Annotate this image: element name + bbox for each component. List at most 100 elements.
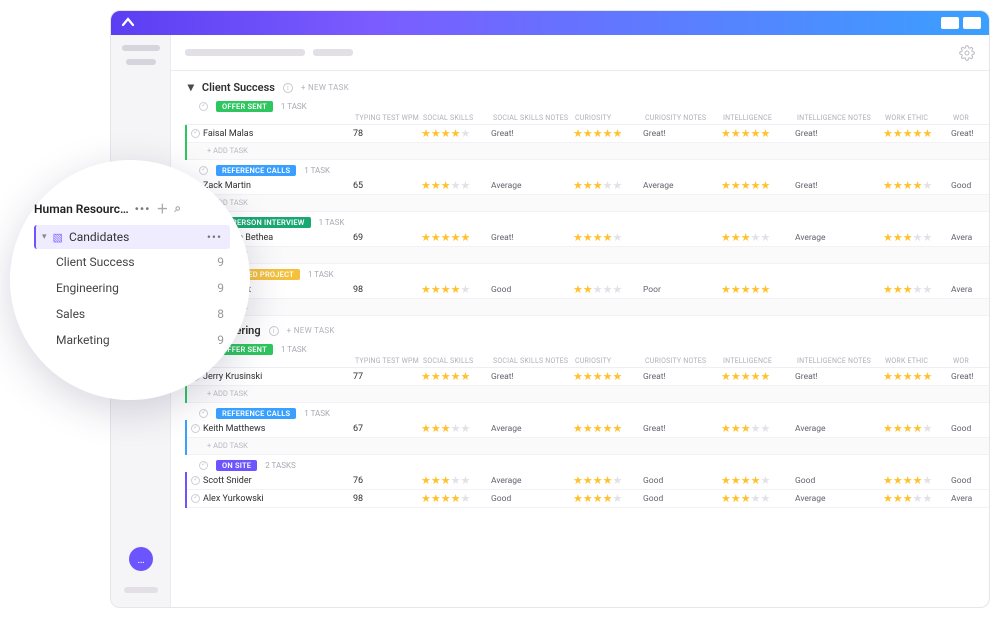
- star-rating[interactable]: ★★★★★: [883, 284, 951, 295]
- add-task-button[interactable]: + ADD TASK: [187, 386, 989, 403]
- star-rating[interactable]: ★★★★★: [573, 180, 643, 191]
- task-row[interactable]: Alexandra Bethea69★★★★★Great!★★★★★★★★★★A…: [187, 229, 989, 247]
- star-icon: ★: [431, 475, 441, 486]
- task-row[interactable]: Faisal Malas78★★★★★Great!★★★★★Great!★★★★…: [187, 125, 989, 143]
- star-icon: ★: [731, 475, 741, 486]
- sidebar-item-marketing[interactable]: Marketing 9: [34, 327, 230, 353]
- circle-check-icon[interactable]: [199, 461, 208, 470]
- plus-icon[interactable]: ＋: [156, 200, 168, 217]
- star-icon: ★: [613, 128, 623, 139]
- social-notes: Average: [491, 476, 573, 486]
- star-rating[interactable]: ★★★★★: [421, 371, 491, 382]
- star-rating[interactable]: ★★★★★: [883, 371, 951, 382]
- sidebar-space-header[interactable]: Human Resourc… ••• ＋ ⌕: [34, 200, 230, 217]
- star-icon: ★: [583, 423, 593, 434]
- more-icon[interactable]: •••: [207, 230, 222, 244]
- circle-check-icon[interactable]: [199, 166, 208, 175]
- new-task-button[interactable]: + NEW TASK: [287, 326, 335, 335]
- task-row[interactable]: Brandi West98★★★★★Good★★★★★Poor★★★★★★★★★…: [187, 281, 989, 299]
- task-row[interactable]: Scott Snider76★★★★★Average★★★★★Good★★★★★…: [187, 472, 989, 490]
- status-chip[interactable]: REFERENCE CALLS: [216, 408, 296, 419]
- window-control-max[interactable]: [963, 17, 981, 29]
- star-rating[interactable]: ★★★★★: [573, 493, 643, 504]
- gear-icon[interactable]: [959, 45, 975, 61]
- star-rating[interactable]: ★★★★★: [883, 493, 951, 504]
- star-icon: ★: [451, 128, 461, 139]
- star-icon: ★: [593, 284, 603, 295]
- star-rating[interactable]: ★★★★★: [721, 128, 795, 139]
- task-row[interactable]: Jerry Krusinski77★★★★★Great!★★★★★Great!★…: [187, 368, 989, 386]
- star-rating[interactable]: ★★★★★: [883, 128, 951, 139]
- circle-check-icon[interactable]: [191, 494, 200, 503]
- star-rating[interactable]: ★★★★★: [421, 493, 491, 504]
- more-icon[interactable]: •••: [135, 202, 151, 216]
- star-rating[interactable]: ★★★★★: [421, 232, 491, 243]
- task-row[interactable]: Keith Matthews67★★★★★Average★★★★★Great!★…: [187, 420, 989, 438]
- typing-value: 98: [353, 285, 421, 295]
- add-task-button[interactable]: + ADD TASK: [187, 195, 989, 212]
- star-rating[interactable]: ★★★★★: [573, 128, 643, 139]
- star-rating[interactable]: ★★★★★: [721, 475, 795, 486]
- star-icon: ★: [751, 475, 761, 486]
- star-rating[interactable]: ★★★★★: [573, 284, 643, 295]
- chevron-down-icon: ▶: [185, 84, 195, 91]
- work-notes: Avera: [951, 285, 989, 295]
- circle-check-icon[interactable]: [191, 129, 200, 138]
- star-rating[interactable]: ★★★★★: [573, 371, 643, 382]
- star-icon: ★: [593, 232, 603, 243]
- status-chip[interactable]: ON SITE: [216, 460, 257, 471]
- group-header[interactable]: ▶Engineeringi+ NEW TASK: [185, 318, 989, 341]
- star-icon: ★: [593, 371, 603, 382]
- star-icon: ★: [421, 180, 431, 191]
- sidebar-item-engineering[interactable]: Engineering 9: [34, 275, 230, 301]
- star-rating[interactable]: ★★★★★: [573, 232, 643, 243]
- add-task-button[interactable]: + ADD TASK: [187, 299, 989, 316]
- social-notes: Great!: [491, 129, 573, 139]
- star-icon: ★: [441, 284, 451, 295]
- circle-check-icon[interactable]: [191, 476, 200, 485]
- window-control-min[interactable]: [941, 17, 959, 29]
- star-rating[interactable]: ★★★★★: [883, 423, 951, 434]
- star-rating[interactable]: ★★★★★: [721, 232, 795, 243]
- search-icon[interactable]: ⌕: [174, 201, 181, 216]
- star-rating[interactable]: ★★★★★: [721, 423, 795, 434]
- star-rating[interactable]: ★★★★★: [721, 493, 795, 504]
- star-icon: ★: [761, 232, 771, 243]
- group-header[interactable]: ▶Client Successi+ NEW TASK: [185, 75, 989, 98]
- new-task-button[interactable]: + NEW TASK: [301, 83, 349, 92]
- star-icon: ★: [761, 423, 771, 434]
- info-icon[interactable]: i: [283, 83, 293, 93]
- star-rating[interactable]: ★★★★★: [421, 180, 491, 191]
- sidebar-item-sales[interactable]: Sales 8: [34, 301, 230, 327]
- add-task-button[interactable]: + ADD TASK: [187, 143, 989, 160]
- star-rating[interactable]: ★★★★★: [721, 371, 795, 382]
- task-row[interactable]: Alex Yurkowski98★★★★★Good★★★★★Good★★★★★A…: [187, 490, 989, 508]
- task-row[interactable]: Zack Martin65★★★★★Average★★★★★Average★★★…: [187, 177, 989, 195]
- sidebar-item-client-success[interactable]: Client Success 9: [34, 249, 230, 275]
- sidebar-folder-candidates[interactable]: ▾ ▧ Candidates •••: [34, 225, 230, 249]
- star-rating[interactable]: ★★★★★: [721, 180, 795, 191]
- star-rating[interactable]: ★★★★★: [883, 232, 951, 243]
- star-rating[interactable]: ★★★★★: [573, 475, 643, 486]
- star-rating[interactable]: ★★★★★: [883, 475, 951, 486]
- add-task-button[interactable]: + ADD TASK: [187, 438, 989, 455]
- task-count: 1 TASK: [281, 345, 307, 354]
- task-count: 1 TASK: [308, 270, 334, 279]
- star-icon: ★: [461, 423, 471, 434]
- star-rating[interactable]: ★★★★★: [421, 423, 491, 434]
- add-task-button[interactable]: + ADD TASK: [187, 247, 989, 264]
- star-rating[interactable]: ★★★★★: [421, 284, 491, 295]
- star-rating[interactable]: ★★★★★: [421, 128, 491, 139]
- circle-check-icon[interactable]: [199, 102, 208, 111]
- star-rating[interactable]: ★★★★★: [721, 284, 795, 295]
- sidebar-item-count: 9: [217, 255, 224, 269]
- status-chip[interactable]: REFERENCE CALLS: [216, 165, 296, 176]
- status-chip[interactable]: OFFER SENT: [216, 101, 273, 112]
- star-rating[interactable]: ★★★★★: [883, 180, 951, 191]
- star-rating[interactable]: ★★★★★: [421, 475, 491, 486]
- circle-check-icon[interactable]: [191, 424, 200, 433]
- info-icon[interactable]: i: [269, 326, 279, 336]
- circle-check-icon[interactable]: [199, 409, 208, 418]
- chat-bubble-icon[interactable]: [129, 547, 153, 571]
- star-rating[interactable]: ★★★★★: [573, 423, 643, 434]
